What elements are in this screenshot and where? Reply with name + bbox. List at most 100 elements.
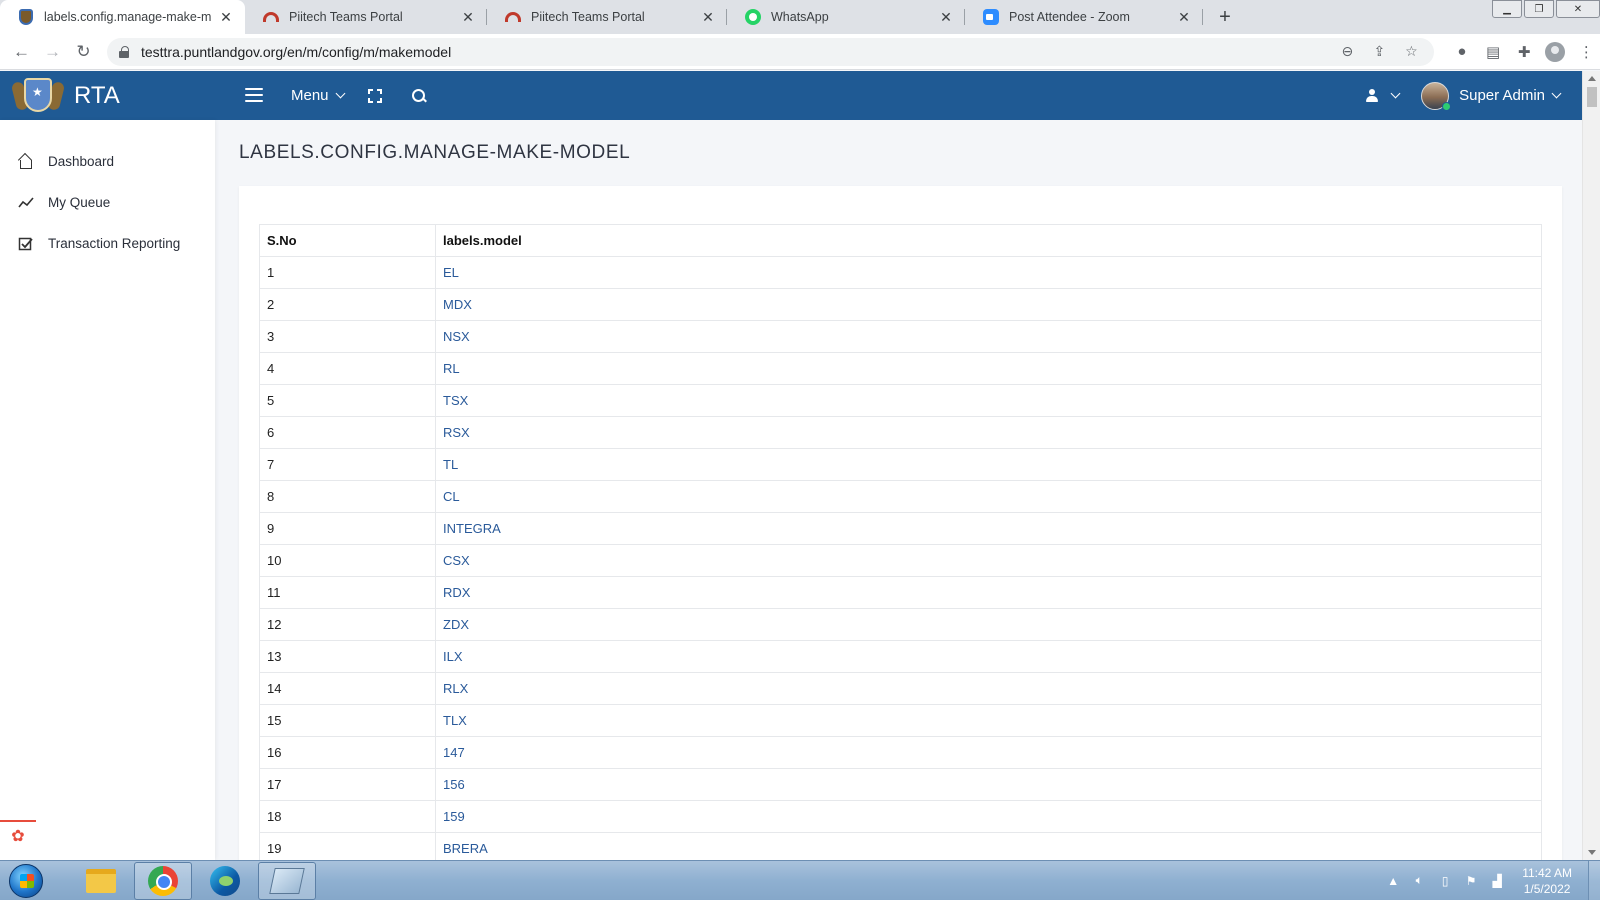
table-row[interactable]: 2 MDX (259, 288, 1542, 321)
taskbar-file-explorer[interactable] (72, 862, 130, 900)
browser-menu-icon[interactable]: ⋮ (1573, 38, 1600, 66)
cell-sno: 14 (259, 672, 436, 705)
chevron-down-icon[interactable] (1390, 88, 1401, 99)
table-row[interactable]: 1 EL (259, 256, 1542, 289)
browser-tab[interactable]: WhatsApp ✕ (727, 0, 965, 34)
table-row[interactable]: 14 RLX (259, 672, 1542, 705)
share-icon[interactable]: ⇪ (1368, 41, 1390, 63)
volume-icon[interactable]: 🔈︎ (1410, 872, 1428, 890)
extension-clipboard-icon[interactable]: ▤ (1480, 38, 1507, 66)
taskbar-chrome[interactable] (134, 861, 192, 900)
minimize-button[interactable]: ▁ (1492, 0, 1522, 18)
brand[interactable]: ★ RTA (0, 71, 215, 120)
cell-model-link[interactable]: NSX (435, 320, 1542, 353)
show-desktop-button[interactable] (1588, 860, 1600, 900)
sidebar-item-dashboard[interactable]: Dashboard (0, 141, 215, 182)
table-row[interactable]: 5 TSX (259, 384, 1542, 417)
table-row[interactable]: 19 BRERA (259, 832, 1542, 860)
table-row[interactable]: 16 147 (259, 736, 1542, 769)
cell-model-link[interactable]: EL (435, 256, 1542, 289)
address-bar[interactable]: testtra.puntlandgov.org/en/m/config/m/ma… (106, 37, 1435, 66)
browser-tab[interactable]: Piitech Teams Portal ✕ (245, 0, 487, 34)
chevron-down-icon[interactable] (1551, 88, 1562, 99)
restore-button[interactable]: ❐ (1524, 0, 1554, 18)
cell-model-link[interactable]: CL (435, 480, 1542, 513)
cell-model-link[interactable]: BRERA (435, 832, 1542, 860)
back-button[interactable]: ← (6, 36, 37, 68)
table-row[interactable]: 3 NSX (259, 320, 1542, 353)
close-icon[interactable]: ✕ (459, 8, 477, 26)
extension-shield-icon[interactable]: ● (1448, 38, 1475, 66)
laravel-debug-icon[interactable]: ✿ (0, 820, 36, 850)
table-row[interactable]: 6 RSX (259, 416, 1542, 449)
cell-model-link[interactable]: ILX (435, 640, 1542, 673)
network-warning-icon[interactable]: ⚑ (1462, 872, 1480, 890)
start-button[interactable] (6, 862, 46, 900)
table-row[interactable]: 15 TLX (259, 704, 1542, 737)
home-icon (18, 154, 34, 170)
taskbar-edge[interactable] (196, 862, 254, 900)
cell-model-link[interactable]: RLX (435, 672, 1542, 705)
fullscreen-icon[interactable] (367, 88, 382, 103)
cell-model-link[interactable]: 147 (435, 736, 1542, 769)
scroll-down-arrow-icon[interactable] (1588, 850, 1596, 855)
close-icon[interactable]: ✕ (1175, 8, 1193, 26)
table-row[interactable]: 10 CSX (259, 544, 1542, 577)
hamburger-menu-icon[interactable] (245, 87, 265, 104)
cell-model-link[interactable]: RDX (435, 576, 1542, 609)
scrollbar-thumb[interactable] (1587, 87, 1597, 107)
cell-model-link[interactable]: CSX (435, 544, 1542, 577)
column-header-model[interactable]: labels.model (435, 224, 1542, 257)
browser-tab-active[interactable]: labels.config.manage-make-mod ✕ (0, 0, 245, 34)
zoom-magnifier-icon[interactable]: ⊖ (1336, 41, 1358, 63)
close-icon[interactable]: ✕ (217, 8, 235, 26)
cell-model-link[interactable]: RSX (435, 416, 1542, 449)
table-row[interactable]: 13 ILX (259, 640, 1542, 673)
bookmark-star-icon[interactable]: ☆ (1400, 41, 1422, 63)
avatar[interactable] (1421, 81, 1452, 111)
forward-button[interactable]: → (37, 36, 68, 68)
table-row[interactable]: 11 RDX (259, 576, 1542, 609)
cell-model-link[interactable]: INTEGRA (435, 512, 1542, 545)
taskbar-notepad[interactable] (258, 861, 316, 900)
url-text[interactable]: testtra.puntlandgov.org/en/m/config/m/ma… (141, 44, 1326, 60)
cell-model-link[interactable]: RL (435, 352, 1542, 385)
column-header-sno[interactable]: S.No (259, 224, 436, 257)
table-row[interactable]: 8 CL (259, 480, 1542, 513)
cell-model-link[interactable]: ZDX (435, 608, 1542, 641)
reload-button[interactable]: ↻ (68, 36, 99, 68)
menu-dropdown-button[interactable]: Menu (291, 87, 345, 104)
cell-model-link[interactable]: TSX (435, 384, 1542, 417)
scroll-up-arrow-icon[interactable] (1588, 76, 1596, 81)
table-row[interactable]: 17 156 (259, 768, 1542, 801)
new-tab-button[interactable]: + (1209, 0, 1241, 34)
browser-tab[interactable]: Piitech Teams Portal ✕ (487, 0, 727, 34)
user-icon[interactable] (1366, 88, 1379, 103)
profile-icon[interactable] (1542, 38, 1569, 66)
tray-clock[interactable]: 11:42 AM 1/5/2022 (1522, 865, 1572, 897)
cell-model-link[interactable]: 159 (435, 800, 1542, 833)
table-row[interactable]: 7 TL (259, 448, 1542, 481)
user-name[interactable]: Super Admin (1459, 87, 1545, 104)
cell-model-link[interactable]: TL (435, 448, 1542, 481)
extensions-puzzle-icon[interactable]: ✚ (1511, 38, 1538, 66)
cell-model-link[interactable]: MDX (435, 288, 1542, 321)
search-icon[interactable] (411, 88, 426, 103)
table-row[interactable]: 4 RL (259, 352, 1542, 385)
table-row[interactable]: 18 159 (259, 800, 1542, 833)
close-window-button[interactable]: ✕ (1556, 0, 1600, 18)
close-icon[interactable]: ✕ (699, 8, 717, 26)
page-scrollbar[interactable] (1582, 71, 1600, 860)
battery-icon[interactable]: ▯ (1436, 872, 1454, 890)
cell-model-link[interactable]: 156 (435, 768, 1542, 801)
signal-icon[interactable]: ▟ (1488, 872, 1506, 890)
lock-icon[interactable] (118, 45, 129, 58)
sidebar-item-transaction-reporting[interactable]: Transaction Reporting (0, 223, 215, 264)
cell-model-link[interactable]: TLX (435, 704, 1542, 737)
tray-expand-icon[interactable]: ▲ (1384, 872, 1402, 890)
table-row[interactable]: 12 ZDX (259, 608, 1542, 641)
sidebar-item-my-queue[interactable]: My Queue (0, 182, 215, 223)
table-row[interactable]: 9 INTEGRA (259, 512, 1542, 545)
browser-tab[interactable]: Post Attendee - Zoom ✕ (965, 0, 1203, 34)
close-icon[interactable]: ✕ (937, 8, 955, 26)
